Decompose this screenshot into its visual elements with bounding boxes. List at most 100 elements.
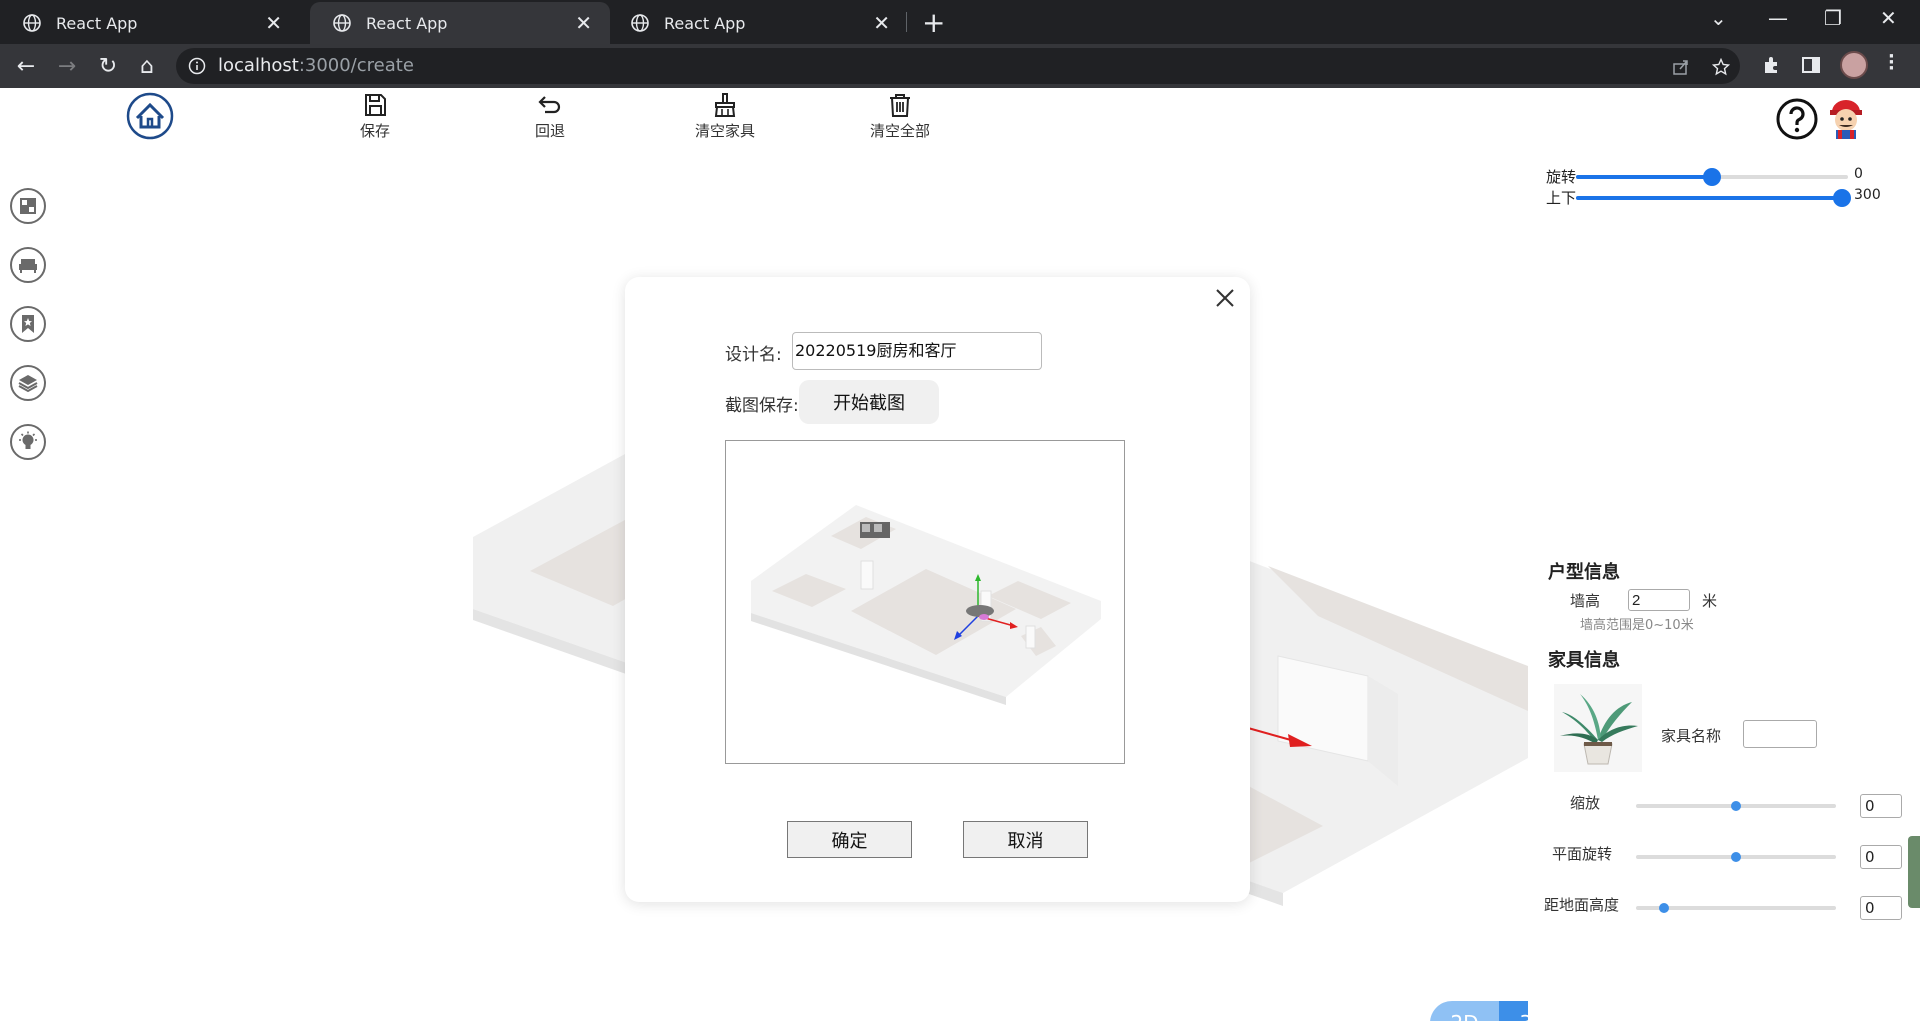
camera-updown-value: 300 [1854, 187, 1881, 203]
tab-title: React App [56, 13, 138, 33]
cancel-button[interactable]: 取消 [963, 821, 1088, 858]
height-slider-track[interactable] [1636, 903, 1836, 913]
lighting-button[interactable] [10, 424, 46, 460]
camera-rotate-value: 0 [1854, 166, 1863, 182]
camera-updown-thumb[interactable] [1833, 189, 1851, 207]
save-button[interactable]: 保存 [325, 92, 425, 141]
browser-tab-1[interactable]: React App ✕ [0, 2, 300, 44]
plane-rotate-slider-thumb[interactable] [1731, 852, 1741, 862]
height-value-input[interactable]: 0 [1860, 896, 1902, 920]
help-question-icon[interactable] [1776, 98, 1818, 140]
new-tab-icon[interactable]: + [922, 6, 945, 39]
share-icon[interactable] [1672, 58, 1690, 76]
tab-title: React App [664, 13, 746, 33]
restore-icon[interactable]: ❐ [1824, 6, 1842, 30]
properties-panel: 旋转 0 上下 300 户型信息 墙高 米 墙高范围是0~10米 家具信息 [1528, 146, 1920, 1021]
home-logo-icon[interactable] [126, 92, 174, 140]
info-icon[interactable] [188, 57, 206, 75]
floating-edge-widget[interactable] [1908, 836, 1920, 908]
plane-rotate-label: 平面旋转 [1552, 845, 1613, 863]
confirm-button[interactable]: 确定 [787, 821, 912, 858]
furniture-name-input[interactable] [1743, 720, 1817, 748]
bookmark-icon [22, 315, 34, 333]
camera-updown-label: 上下 [1546, 189, 1577, 207]
url-path: :3000/create [298, 55, 414, 76]
browser-menu-icon[interactable]: · · · [1888, 48, 1895, 78]
scale-label: 缩放 [1570, 794, 1601, 812]
plane-rotate-value-input[interactable]: 0 [1860, 845, 1902, 869]
globe-icon [631, 14, 649, 32]
profile-avatar[interactable] [1840, 51, 1868, 79]
browser-tab-3[interactable]: React App ✕ [608, 2, 908, 44]
tab-search-chevron-icon[interactable]: ⌄ [1710, 6, 1727, 30]
view-mode-toggle: 2D 3D [1430, 1001, 1528, 1021]
user-avatar-icon[interactable] [1826, 96, 1866, 140]
extensions-puzzle-icon[interactable] [1761, 54, 1783, 76]
side-panel-icon[interactable] [1800, 54, 1822, 76]
view-2d-button[interactable]: 2D [1430, 1001, 1499, 1021]
undo-arrow-icon [538, 96, 561, 114]
clear-furniture-button[interactable]: 清空家具 [675, 92, 775, 141]
address-bar[interactable]: localhost:3000/create [176, 48, 1740, 84]
forward-arrow-icon[interactable]: → [53, 52, 81, 80]
camera-rotate-fill [1576, 175, 1712, 179]
undo-button[interactable]: 回退 [500, 92, 600, 141]
url-text: localhost:3000/create [218, 55, 414, 76]
floppy-disk-icon [365, 94, 386, 116]
browser-tab-2[interactable]: React App ✕ [310, 2, 610, 44]
lightbulb-icon [19, 431, 37, 449]
height-slider-thumb[interactable] [1659, 903, 1669, 913]
furniture-thumbnail [1554, 684, 1642, 772]
broom-icon [714, 93, 736, 117]
wall-height-hint: 墙高范围是0~10米 [1580, 618, 1694, 633]
bookmark-button[interactable] [10, 306, 46, 342]
close-tab-icon[interactable]: ✕ [873, 11, 890, 35]
reload-icon[interactable]: ↻ [94, 52, 122, 80]
app-root: 保存 回退 清空家具 清空全部 旋转 0 上下 300 户型信息 墙高 2 米 … [0, 88, 1920, 1021]
design-name-input[interactable]: 20220519厨房和客厅 [792, 332, 1042, 370]
close-icon[interactable] [1212, 285, 1238, 311]
sofa-icon [19, 259, 37, 273]
back-arrow-icon[interactable]: ← [12, 52, 40, 80]
scale-value-input[interactable]: 0 [1860, 794, 1902, 818]
undo-label: 回退 [534, 122, 565, 140]
home-icon[interactable]: ⌂ [133, 52, 161, 80]
camera-rotate-thumb[interactable] [1703, 168, 1721, 186]
scale-slider-thumb[interactable] [1731, 801, 1741, 811]
potted-plant-icon [1560, 694, 1638, 765]
house-info-title: 户型信息 [1548, 562, 1620, 583]
height-from-floor-label: 距地面高度 [1544, 896, 1620, 914]
floorplan-button[interactable] [10, 188, 46, 224]
furniture-button[interactable] [10, 247, 46, 283]
scale-slider-track[interactable] [1636, 801, 1836, 811]
plane-rotate-slider-track[interactable] [1636, 852, 1836, 862]
view-3d-button[interactable]: 3D [1499, 1001, 1528, 1021]
clear-all-label: 清空全部 [869, 122, 930, 140]
camera-updown-track[interactable] [1576, 189, 1851, 207]
globe-icon [333, 14, 351, 32]
furniture-info-title: 家具信息 [1548, 650, 1620, 671]
wall-height-label: 墙高 [1570, 592, 1601, 610]
close-tab-icon[interactable]: ✕ [575, 11, 592, 35]
screenshot-preview-image [751, 505, 1101, 705]
start-screenshot-button[interactable]: 开始截图 [799, 380, 939, 424]
camera-updown-slider: 上下 300 [1546, 187, 1906, 207]
close-tab-icon[interactable]: ✕ [265, 11, 282, 35]
window-close-icon[interactable]: ✕ [1880, 6, 1897, 30]
tab-separator [906, 12, 907, 32]
clear-all-button[interactable]: 清空全部 [850, 92, 950, 141]
layers-button[interactable] [10, 365, 46, 401]
globe-icon [23, 14, 41, 32]
camera-rotate-track[interactable] [1576, 168, 1848, 186]
clear-furniture-label: 清空家具 [694, 122, 755, 140]
tab-title: React App [366, 13, 448, 33]
minimize-icon[interactable]: — [1768, 6, 1788, 30]
wall-height-input[interactable] [1628, 589, 1690, 611]
camera-rotate-label: 旋转 [1546, 168, 1577, 186]
left-tool-sidebar [0, 146, 68, 1021]
bookmark-star-icon[interactable] [1712, 58, 1730, 76]
browser-tab-strip: React App ✕ React App ✕ React App ✕ + ⌄ … [0, 0, 1920, 44]
screenshot-preview [725, 440, 1125, 764]
wall-height-unit: 米 [1702, 592, 1718, 610]
trash-icon [890, 94, 910, 117]
